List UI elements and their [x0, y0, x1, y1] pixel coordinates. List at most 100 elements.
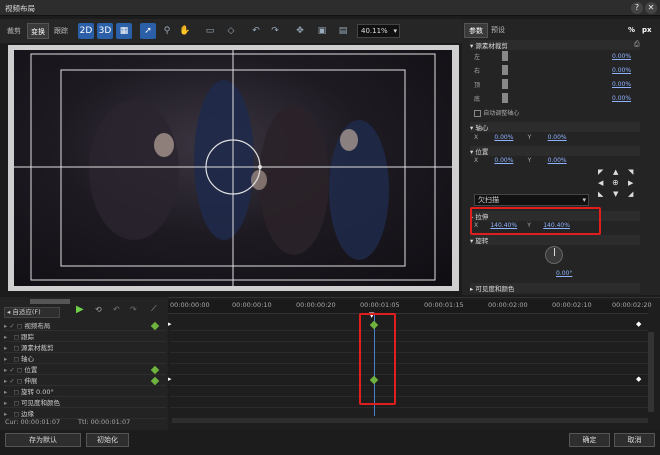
keyframe-icon[interactable]	[150, 365, 160, 375]
vertical-scrollbar[interactable]	[648, 332, 654, 412]
track-lane[interactable]	[170, 342, 648, 353]
track-lane[interactable]	[170, 375, 648, 386]
ruler-label: 00:00:00:10	[232, 301, 272, 309]
position-x-value[interactable]: 0.00%	[494, 157, 513, 164]
crop-top-value[interactable]: 0.00%	[612, 81, 631, 88]
track-lane[interactable]	[170, 331, 648, 342]
auto-center-checkbox[interactable]: 自动调整轴心	[474, 108, 519, 117]
total-time: Ttl: 00:00:01:07	[78, 418, 131, 426]
crop-left-value[interactable]: 0.00%	[612, 53, 631, 60]
save-default-button[interactable]: 存为默认	[5, 433, 81, 447]
crop-right-slider[interactable]	[502, 65, 508, 75]
current-time: Cur: 00:00:01:07	[5, 418, 61, 426]
track-lane[interactable]	[170, 397, 648, 408]
arrow-down-icon[interactable]: ▼	[613, 190, 618, 198]
track-row[interactable]: ▸ ◻ 源素材裁剪	[4, 342, 166, 353]
tab-tracking[interactable]: 跟踪	[51, 23, 71, 39]
arrow-up-icon[interactable]: ▲	[613, 168, 618, 176]
crop-right-value[interactable]: 0.00%	[612, 67, 631, 74]
crop-top-slider[interactable]	[502, 79, 508, 89]
track-row[interactable]: ▸ ◻ 轴心	[4, 353, 166, 364]
zoom-value: 40.11%	[361, 27, 388, 35]
track-row[interactable]: ▸ ✓ ◻ 视频布局	[4, 320, 166, 331]
undo-icon[interactable]: ↶	[113, 305, 120, 314]
crop-rows: 左 0.00% 右 0.00% 顶 0.00% 底 0.00%	[472, 51, 642, 108]
transform-icon[interactable]: ▤	[335, 23, 351, 39]
auto-center-label: 自动调整轴心	[483, 110, 520, 117]
pointer-icon[interactable]: ➚	[140, 23, 156, 39]
hand-icon[interactable]: ✋	[177, 23, 193, 39]
track-zoom-slider[interactable]	[30, 299, 70, 304]
section-visibility[interactable]: ▸ 可见度和颜色	[470, 283, 640, 293]
graph-icon[interactable]: ⟋	[151, 304, 157, 314]
track-lane[interactable]	[170, 364, 648, 375]
mask-icon[interactable]: ▣	[314, 23, 330, 39]
preview-canvas[interactable]	[14, 50, 452, 286]
position-x-label: X	[474, 157, 479, 164]
track-lane[interactable]	[170, 353, 648, 364]
arrow-upleft-icon[interactable]: ◤	[598, 168, 603, 176]
track-row[interactable]: ▸ ◻ 可见度和颜色	[4, 397, 166, 408]
move-icon[interactable]: ✥	[292, 23, 308, 39]
ruler-label: 00:00:01:15	[424, 301, 464, 309]
track-row[interactable]: ▸ ✓ ◻ 伸展	[4, 375, 166, 386]
keyframe-toggle-icon[interactable]: ⎙	[634, 40, 640, 49]
track-row[interactable]: ▸ ✓ ◻ 位置	[4, 364, 166, 375]
anchor-x-value[interactable]: 0.00%	[494, 134, 513, 141]
section-rotation[interactable]: ▾ 旋转	[470, 235, 640, 245]
timeline-ruler[interactable]: 00:00:00:00 00:00:00:10 00:00:00:20 00:0…	[168, 300, 652, 314]
tab-parameters[interactable]: 参数	[464, 23, 488, 38]
unit-px[interactable]: px	[642, 26, 652, 34]
track-lane[interactable]	[170, 320, 648, 331]
tab-transform[interactable]: 变换	[27, 23, 49, 39]
zoom-select[interactable]: 40.11% ▾	[357, 24, 400, 38]
play-icon[interactable]: ▶	[76, 304, 84, 315]
2d-icon[interactable]: 2D	[78, 23, 94, 39]
grid-icon[interactable]: ▦	[116, 23, 132, 39]
unit-percent[interactable]: %	[628, 26, 635, 34]
diamond-icon[interactable]: ◇	[223, 23, 239, 39]
initialize-button[interactable]: 初始化	[86, 433, 129, 447]
zoom-icon[interactable]: ⚲	[159, 23, 175, 39]
loop-icon[interactable]: ⟲	[95, 305, 102, 314]
arrow-upright-icon[interactable]: ◥	[628, 168, 633, 176]
anchor-x-label: X	[474, 134, 479, 141]
ok-button[interactable]: 确定	[569, 433, 610, 447]
redo-icon[interactable]: ↷	[130, 305, 137, 314]
anchor-values: X 0.00% Y 0.00%	[474, 133, 567, 141]
close-icon[interactable]: ✕	[645, 2, 657, 14]
rotation-dial[interactable]	[545, 246, 563, 264]
center-icon[interactable]: ⊕	[612, 178, 619, 187]
track-row[interactable]: ▸ ◻ 跟踪	[4, 331, 166, 342]
3d-icon[interactable]: 3D	[97, 23, 113, 39]
tab-crop[interactable]: 裁剪	[4, 23, 24, 39]
crop-bottom-slider[interactable]	[502, 93, 508, 103]
rotation-value[interactable]: 0.00°	[556, 270, 572, 277]
crop-left-slider[interactable]	[502, 51, 508, 61]
track-label: 跟踪	[20, 333, 34, 341]
horizontal-scrollbar[interactable]	[172, 418, 648, 423]
arrow-left-icon[interactable]: ◀	[598, 179, 603, 187]
undo-icon[interactable]: ↶	[248, 23, 264, 39]
scan-select[interactable]: 欠扫描 ▾	[474, 194, 589, 206]
fit-select[interactable]: ◂ 自适应(F)	[4, 307, 60, 318]
arrow-right-icon[interactable]: ▶	[628, 179, 633, 187]
cancel-button[interactable]: 取消	[614, 433, 655, 447]
redo-icon[interactable]: ↷	[267, 23, 283, 39]
arrow-downleft-icon[interactable]: ◣	[598, 190, 603, 198]
section-crop[interactable]: ▾ 源素材裁剪	[470, 40, 640, 50]
keyframe-icon[interactable]	[150, 321, 160, 331]
rect-icon[interactable]: ▭	[202, 23, 218, 39]
arrow-downright-icon[interactable]: ◢	[628, 190, 633, 198]
help-icon[interactable]: ?	[631, 2, 643, 14]
position-values: X 0.00% Y 0.00%	[474, 156, 567, 164]
track-row[interactable]: ▸ ◻ 旋转 0.00°	[4, 386, 166, 397]
tab-presets[interactable]: 预设	[487, 23, 509, 38]
section-position[interactable]: ▾ 位置	[470, 146, 640, 156]
section-anchor[interactable]: ▾ 轴心	[470, 122, 640, 132]
track-lane[interactable]	[170, 386, 648, 397]
position-y-value[interactable]: 0.00%	[548, 157, 567, 164]
keyframe-icon[interactable]	[150, 376, 160, 386]
anchor-y-value[interactable]: 0.00%	[548, 134, 567, 141]
crop-bottom-value[interactable]: 0.00%	[612, 95, 631, 102]
